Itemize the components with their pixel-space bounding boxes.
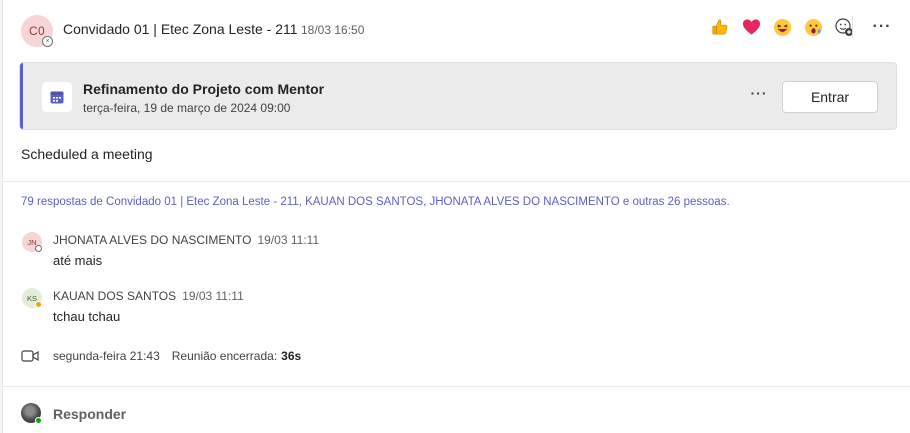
divider xyxy=(3,386,910,387)
reply-time: 19/03 11:11 xyxy=(182,289,244,303)
presence-away-icon xyxy=(35,301,42,308)
conversation-card: C0 × Convidado 01 | Etec Zona Leste - 21… xyxy=(2,0,910,433)
meeting-ended-time: segunda-feira 21:43 xyxy=(53,349,160,363)
avatar-initials: C0 xyxy=(29,24,45,38)
thumbs-up-icon[interactable] xyxy=(709,16,731,38)
replies-summary-link[interactable]: 79 respostas de Convidado 01 | Etec Zona… xyxy=(21,196,730,208)
video-camera-icon xyxy=(21,350,39,362)
reply-text: até mais xyxy=(53,253,103,268)
join-button[interactable]: Entrar xyxy=(782,81,878,113)
reply-time: 19/03 11:11 xyxy=(257,233,320,247)
message-body: Scheduled a meeting xyxy=(21,146,153,162)
reaction-bar xyxy=(709,16,855,38)
message-timestamp: 18/03 16:50 xyxy=(301,23,365,37)
calendar-icon xyxy=(42,82,72,112)
presence-available-icon xyxy=(35,417,42,424)
heart-icon[interactable] xyxy=(740,16,762,38)
reply-author-name[interactable]: JHONATA ALVES DO NASCIMENTO xyxy=(53,233,252,247)
meeting-ended-label: Reunião encerrada: xyxy=(171,349,278,363)
meeting-title[interactable]: Refinamento do Projeto com Mentor xyxy=(83,81,324,97)
reply-button[interactable]: Responder xyxy=(53,406,126,422)
reply-text: tchau tchau xyxy=(53,309,121,324)
reply-author: JHONATA ALVES DO NASCIMENTO 19/03 11:11 xyxy=(53,233,319,247)
laugh-icon[interactable] xyxy=(771,16,793,38)
meeting-card[interactable]: Refinamento do Projeto com Mentor terça-… xyxy=(19,62,897,130)
header-separator xyxy=(852,16,853,38)
presence-offline-icon xyxy=(35,245,42,252)
reply-author-name[interactable]: KAUAN DOS SANTOS xyxy=(53,289,176,303)
presence-offline-icon: × xyxy=(42,36,53,47)
surprised-icon[interactable] xyxy=(802,16,824,38)
meeting-date: terça-feira, 19 de março de 2024 09:00 xyxy=(83,101,291,115)
meeting-duration: 36s xyxy=(281,349,302,363)
sender-name[interactable]: Convidado 01 | Etec Zona Leste - 211 xyxy=(63,21,298,37)
reply-author: KAUAN DOS SANTOS 19/03 11:11 xyxy=(53,289,244,303)
more-options-button[interactable]: ··· xyxy=(871,16,893,38)
meeting-ended-row: segunda-feira 21:43 Reunião encerrada: 3… xyxy=(21,349,301,363)
divider xyxy=(3,181,910,182)
meeting-more-button[interactable]: ··· xyxy=(748,85,770,107)
meeting-accent-bar xyxy=(20,63,23,129)
